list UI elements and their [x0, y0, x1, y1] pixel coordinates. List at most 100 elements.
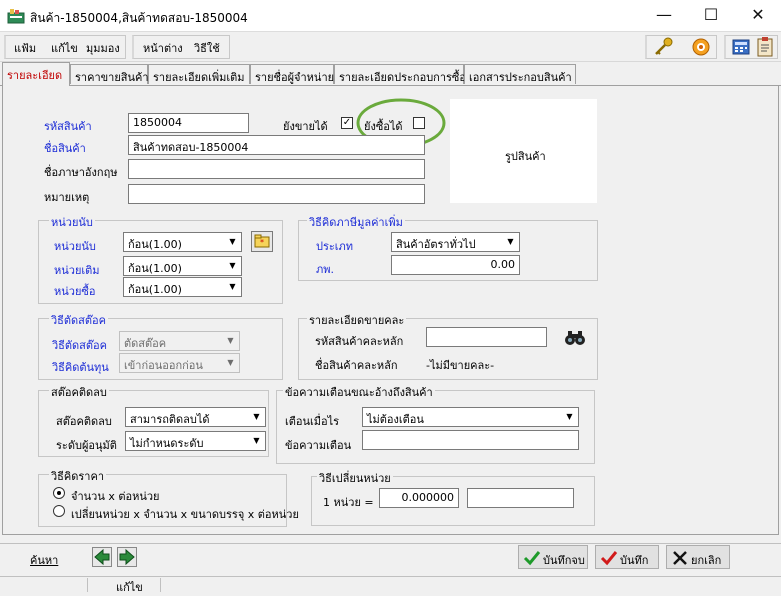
- unit-label: หน่วยนับ: [54, 240, 96, 253]
- note-label: หมายเหตุ: [44, 191, 90, 204]
- search-link[interactable]: ค้นหา: [30, 551, 58, 569]
- menu-window[interactable]: หน้าต่าง: [143, 39, 183, 57]
- check-icon: [600, 551, 618, 566]
- std-unit-select[interactable]: ก้อน(1.00) ▼: [123, 256, 242, 276]
- chevron-down-icon[interactable]: ▼: [563, 410, 576, 424]
- app-icon: [7, 9, 25, 24]
- approver-select-value: ไม่กำหนดระดับ: [130, 437, 204, 450]
- std-unit-select-value: ก้อน(1.00): [128, 262, 182, 275]
- chevron-down-icon[interactable]: ▼: [226, 280, 239, 294]
- chevron-down-icon[interactable]: ▼: [250, 434, 263, 448]
- maximize-button[interactable]: ☐: [688, 0, 734, 32]
- tab-documents[interactable]: เอกสารประกอบสินค้า: [464, 64, 576, 84]
- can-sell-label: ยังขายได้: [283, 120, 328, 133]
- tab-details[interactable]: รายละเอียด: [2, 62, 70, 86]
- chevron-down-icon[interactable]: ▼: [504, 235, 517, 249]
- check-icon: [523, 551, 541, 566]
- negative-stock-label: สต๊อคติดลบ: [56, 415, 112, 428]
- vat-rate-input[interactable]: 0.00: [391, 255, 520, 275]
- arrow-right-icon: [119, 548, 135, 566]
- negative-stock-select[interactable]: สามารถติดลบได้ ▼: [125, 407, 266, 427]
- chevron-down-icon[interactable]: ▼: [226, 259, 239, 273]
- status-divider: [160, 578, 161, 592]
- bundle-name-value: -ไม่มีขายคละ-: [426, 359, 495, 372]
- cost-method-select-value: เข้าก่อนออกก่อน: [124, 359, 203, 372]
- product-picture-label: รูปสินค้า: [505, 150, 546, 163]
- cancel-button[interactable]: ยกเลิก: [666, 545, 730, 569]
- status-mode: แก้ไข: [116, 581, 143, 594]
- product-name-input[interactable]: สินค้าทดสอบ-1850004: [128, 135, 425, 155]
- help-circle-icon[interactable]: [690, 36, 712, 58]
- window-title: สินค้า-1850004,สินค้าทดสอบ-1850004: [30, 11, 248, 25]
- bundle-code-input[interactable]: [426, 327, 547, 347]
- menu-edit[interactable]: แก้ไข: [51, 39, 78, 57]
- stock-method-select: ตัดสต๊อค ▼: [119, 331, 240, 351]
- stock-cut-group-title: วิธีตัดสต๊อค: [49, 311, 108, 329]
- menu-file[interactable]: แฟ้ม: [14, 39, 36, 57]
- unit-select-value: ก้อน(1.00): [128, 238, 182, 251]
- close-button[interactable]: ✕: [735, 0, 781, 32]
- approver-select[interactable]: ไม่กำหนดระดับ ▼: [125, 431, 266, 451]
- arrow-left-icon: [94, 548, 110, 566]
- warn-when-label: เตือนเมื่อไร: [285, 415, 340, 428]
- minimize-button[interactable]: —: [641, 0, 687, 32]
- menu-help[interactable]: วิธีใช้: [194, 39, 220, 57]
- unit-change-label: 1 หน่วย =: [323, 496, 374, 509]
- stock-method-label: วิธีตัดสต๊อค: [52, 339, 107, 352]
- tab-purchase-details[interactable]: รายละเอียดประกอบการซื้อ: [334, 64, 466, 84]
- pricing-option2-radio[interactable]: [53, 505, 65, 517]
- unit-change-value-input[interactable]: 0.000000: [379, 488, 459, 508]
- unit-change-extra-input[interactable]: [467, 488, 574, 508]
- chevron-down-icon[interactable]: ▼: [226, 235, 239, 249]
- note-input[interactable]: [128, 184, 425, 204]
- menu-view[interactable]: มุมมอง: [86, 39, 120, 57]
- cancel-label: ยกเลิก: [691, 554, 722, 567]
- binoculars-icon[interactable]: [564, 327, 586, 347]
- approver-label: ระดับผู้อนุมัติ: [56, 439, 117, 452]
- bundle-group-title: รายละเอียดขายคละ: [307, 311, 407, 329]
- product-picture[interactable]: รูปสินค้า: [450, 99, 597, 203]
- warn-when-select-value: ไม่ต้องเตือน: [367, 413, 424, 426]
- unit-change-group-title: วิธีเปลี่ยนหน่วย: [317, 469, 393, 487]
- prev-record-button[interactable]: [92, 547, 112, 567]
- warn-message-label: ข้อความเตือน: [285, 439, 352, 452]
- std-unit-label: หน่วยเติม: [54, 264, 100, 277]
- buy-unit-select-value: ก้อน(1.00): [128, 283, 182, 296]
- close-icon: [673, 551, 687, 565]
- unit-folder-button[interactable]: *: [251, 231, 273, 252]
- save-close-button[interactable]: บันทึกจบ: [518, 545, 588, 569]
- buy-unit-select[interactable]: ก้อน(1.00) ▼: [123, 277, 242, 297]
- vat-type-select[interactable]: สินค้าอัตราทั่วไป ▼: [391, 232, 520, 252]
- vat-type-select-value: สินค้าอัตราทั่วไป: [396, 238, 476, 251]
- calculator-icon[interactable]: [730, 36, 752, 58]
- units-group-title: หน่วยนับ: [49, 213, 95, 231]
- can-sell-checkbox[interactable]: ✓: [341, 117, 353, 129]
- unit-select[interactable]: ก้อน(1.00) ▼: [123, 232, 242, 252]
- english-name-input[interactable]: [128, 159, 425, 179]
- title-bar: สินค้า-1850004,สินค้าทดสอบ-1850004 — ☐ ✕: [0, 0, 781, 32]
- warn-when-select[interactable]: ไม่ต้องเตือน ▼: [362, 407, 579, 427]
- tab-sale-price[interactable]: ราคาขายสินค้า: [70, 64, 149, 84]
- english-name-label: ชื่อภาษาอังกฤษ: [44, 166, 118, 179]
- warn-message-input[interactable]: [362, 430, 579, 450]
- pricing-option1-label: จำนวน x ต่อหน่วย: [71, 490, 160, 503]
- save-button[interactable]: บันทึก: [595, 545, 659, 569]
- svg-text:*: *: [260, 238, 264, 247]
- key-icon[interactable]: [652, 36, 674, 58]
- product-code-label: รหัสสินค้า: [44, 120, 92, 133]
- pricing-option1-radio[interactable]: [53, 487, 65, 499]
- chevron-down-icon: ▼: [227, 336, 234, 345]
- next-record-button[interactable]: [117, 547, 137, 567]
- chevron-down-icon[interactable]: ▼: [250, 410, 263, 424]
- tab-vendors[interactable]: รายชื่อผู้จำหน่าย: [250, 64, 334, 84]
- tab-more-details[interactable]: รายละเอียดเพิ่มเติม: [148, 64, 250, 84]
- vat-rate-label: ภพ.: [316, 263, 334, 276]
- status-cell-1: [0, 578, 88, 592]
- cost-method-select: เข้าก่อนออกก่อน ▼: [119, 353, 240, 373]
- product-name-label: ชื่อสินค้า: [44, 142, 86, 155]
- vat-group-title: วิธีคิดภาษีมูลค่าเพิ่ม: [307, 213, 405, 231]
- pricing-group-title: วิธีคิดราคา: [49, 467, 107, 485]
- product-code-input[interactable]: 1850004: [128, 113, 249, 133]
- chevron-down-icon: ▼: [227, 358, 234, 367]
- clipboard-icon[interactable]: [754, 36, 776, 58]
